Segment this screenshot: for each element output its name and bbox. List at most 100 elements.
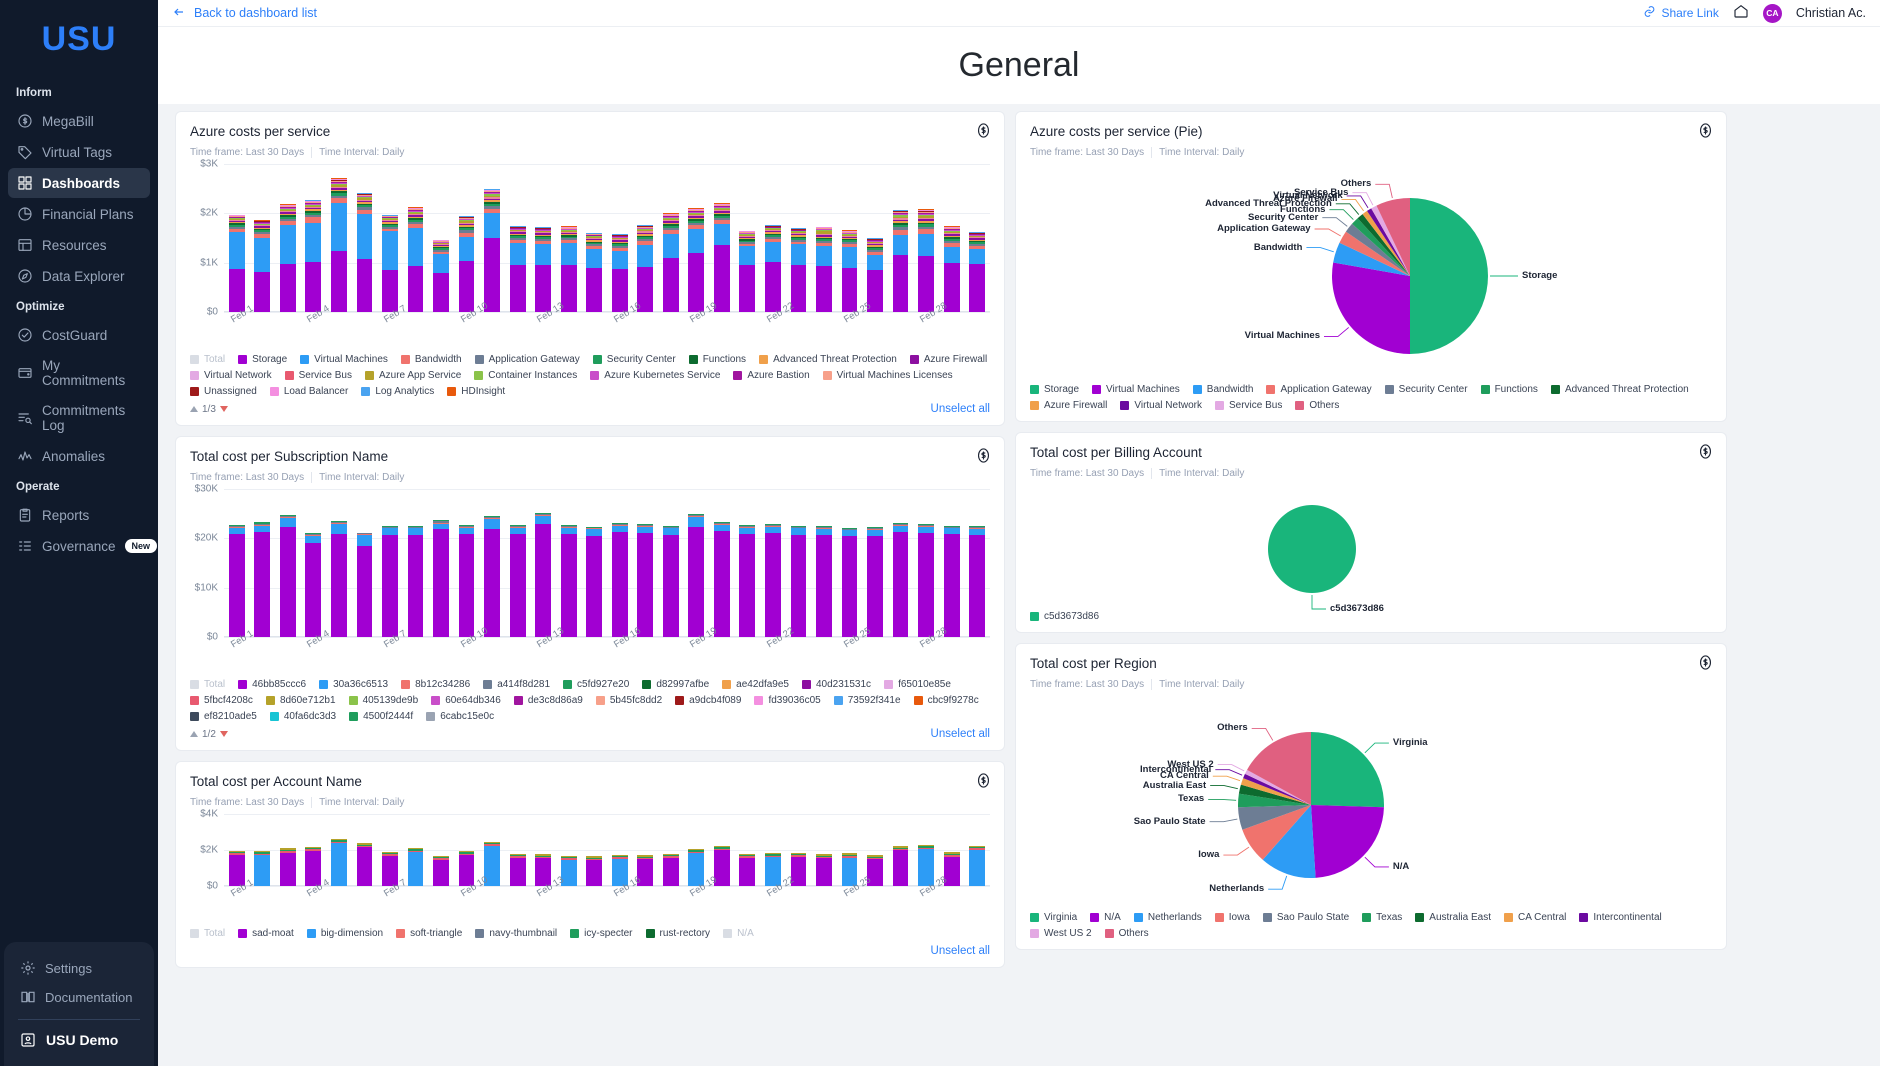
bar[interactable] [254,522,271,637]
bar[interactable] [841,527,858,637]
bar[interactable] [969,231,986,312]
bar[interactable] [484,515,500,637]
legend-item[interactable]: soft-triangle [396,928,462,939]
dashboard-scroll-area[interactable]: Azure costs per service Time frame: Last … [158,104,1880,1066]
legend-item[interactable]: 73592f341e [833,695,901,706]
pie-slice[interactable] [1410,198,1488,354]
legend-item[interactable]: Azure Bastion [733,370,810,381]
legend-item[interactable]: 46bb85ccc6 [238,679,306,690]
bar[interactable] [892,522,909,637]
bar[interactable] [279,848,296,886]
legend-item[interactable]: Virginia [1030,912,1077,923]
bar[interactable] [356,843,373,886]
bar[interactable] [560,525,577,637]
bar[interactable] [305,533,322,637]
bar[interactable] [892,209,909,312]
legend-item[interactable]: Texas [1362,912,1402,923]
bar[interactable] [662,853,679,886]
bar[interactable] [943,525,960,637]
bar[interactable] [943,226,960,312]
legend-item[interactable]: Storage [238,354,287,365]
legend-item[interactable]: Virtual Network [190,370,272,381]
legend-item[interactable]: Intercontinental [1579,912,1662,923]
bar[interactable] [254,220,271,312]
legend-item[interactable]: N/A [723,928,754,939]
bar[interactable] [765,224,781,312]
sidebar-item-governance[interactable]: Governance New [8,531,158,561]
legend-item[interactable]: CA Central [1504,912,1566,923]
legend-item[interactable]: c5fd927e20 [563,679,629,690]
legend-item[interactable]: Iowa [1214,912,1250,923]
usu-logo[interactable]: USU [0,0,158,78]
legend-item[interactable]: a9dcb4f089 [675,695,741,706]
chart-total-cost-per-subscription-name[interactable]: $0 $10K $20K $30K Feb 1 Feb 4 Feb 7 Feb 10 Feb 1… [190,484,990,671]
legend-item[interactable]: 405139de9b [348,695,418,706]
chart-total-cost-per-account-name[interactable]: $0 $2K $4K Feb 1 Feb 4 Feb 7 Feb 10 Feb 13 Feb 1… [190,809,990,920]
legend-item[interactable]: Virtual Machines [1092,384,1180,395]
legend-item[interactable]: 6cabc15e0c [426,711,494,722]
bar[interactable] [969,526,986,637]
legend-item[interactable]: Australia East [1415,912,1491,923]
bar[interactable] [382,525,398,637]
share-link-button[interactable]: Share Link [1643,5,1719,21]
bar[interactable] [228,524,245,637]
unselect-all-button[interactable]: Unselect all [931,728,990,740]
legend-item[interactable]: 40d231531c [802,679,871,690]
legend-item[interactable]: Netherlands [1133,912,1202,923]
legend-item[interactable]: N/A [1090,912,1121,923]
bar[interactable] [356,192,373,312]
legend-item[interactable]: Azure Firewall [909,354,987,365]
bar[interactable] [713,203,730,312]
currency-toggle-icon[interactable] [975,772,992,789]
legend-item[interactable]: f65010e85e [884,679,951,690]
bar[interactable] [509,524,526,637]
sidebar-item-virtual-tags[interactable]: Virtual Tags [8,137,150,167]
bar[interactable] [458,215,475,312]
bar[interactable] [637,224,654,312]
bar[interactable] [586,232,603,312]
sidebar-item-anomalies[interactable]: Anomalies [8,441,150,471]
legend-item[interactable]: cbc9f9278c [913,695,979,706]
legend-item[interactable]: Unassigned [190,386,257,397]
legend-item[interactable]: fd39036c05 [754,695,821,706]
bar[interactable] [484,188,500,312]
page-down-icon[interactable] [219,731,228,737]
currency-toggle-icon[interactable] [975,447,992,464]
legend-item[interactable]: Functions [1480,384,1538,395]
legend-item[interactable]: Security Center [1384,384,1468,395]
bar[interactable] [330,839,347,886]
legend-item[interactable]: icy-specter [570,928,633,939]
bar[interactable] [713,521,730,637]
bar[interactable] [611,233,628,312]
bar[interactable] [918,844,935,886]
legend-item[interactable]: West US 2 [1030,928,1092,939]
legend-item[interactable]: 5b45fc8dd2 [595,695,662,706]
bar[interactable] [662,525,679,637]
bar[interactable] [688,514,705,637]
bar[interactable] [382,214,398,312]
bar[interactable] [407,207,424,312]
legend-item[interactable]: 40fa6dc3d3 [269,711,336,722]
bar[interactable] [433,239,449,312]
bar[interactable] [407,525,424,637]
bar[interactable] [509,853,526,886]
bar[interactable] [586,856,603,886]
legend-item[interactable]: HDInsight [447,386,505,397]
legend-item[interactable]: 30a36c6513 [319,679,388,690]
legend-item[interactable]: Storage [1030,384,1079,395]
bar[interactable] [688,208,705,312]
legend-item[interactable]: Log Analytics [361,386,434,397]
legend-item[interactable]: Sao Paulo State [1262,912,1349,923]
unselect-all-button[interactable]: Unselect all [931,945,990,957]
sidebar-item-dashboards[interactable]: Dashboards [8,168,150,198]
legend-item[interactable]: navy-thumbnail [475,928,557,939]
bar[interactable] [330,520,347,637]
legend-item[interactable]: Virtual Network [1120,400,1202,411]
bar[interactable] [867,237,883,312]
bar[interactable] [560,226,577,312]
legend-item[interactable]: Application Gateway [1266,384,1372,395]
legend-item[interactable]: Container Instances [474,370,577,381]
bar[interactable] [433,520,449,637]
sidebar-item-financial-plans[interactable]: Financial Plans [8,199,150,229]
page-up-icon[interactable] [190,731,198,737]
